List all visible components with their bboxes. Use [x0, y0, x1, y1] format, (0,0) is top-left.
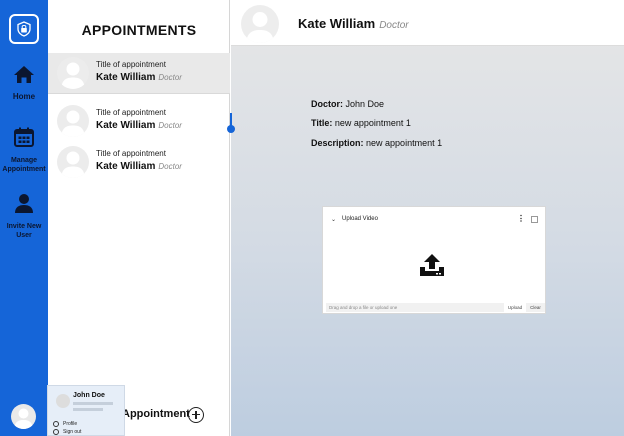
appointment-person: Kate William Doctor [96, 72, 182, 83]
upload-video-card: ⌄ Upload Video ⋮ Drag and drop a file or… [322, 206, 546, 314]
menu-item-sign-out[interactable]: Sign out [53, 429, 81, 435]
nav-item-invite-new-user[interactable]: Invite New User [0, 192, 48, 240]
nav-rail: Home Manage Appointment Invite New User [0, 0, 48, 436]
kebab-menu-icon[interactable]: ⋮ [517, 215, 525, 223]
person-name: Kate William [96, 120, 156, 131]
lock-shield-icon[interactable] [9, 14, 39, 44]
upload-button[interactable]: Upload [505, 303, 525, 312]
appointment-list-panel: APPOINTMENTS Title of appointment Kate W… [48, 0, 230, 436]
chevron-down-icon[interactable]: ⌄ [331, 216, 336, 223]
clear-button[interactable]: Clear [526, 303, 545, 312]
appointment-title: Title of appointment [96, 149, 166, 158]
menu-item-profile[interactable]: Profile [53, 421, 77, 427]
detail-value: new appointment 1 [334, 118, 411, 128]
file-drop-input[interactable]: Drag and drop a file or upload one [326, 303, 504, 312]
resize-handle[interactable] [227, 125, 235, 133]
avatar [57, 146, 89, 178]
nav-item-label: Home [12, 92, 36, 101]
detail-label: Title: [311, 118, 333, 128]
upload-card-title: Upload Video [342, 216, 378, 222]
avatar [56, 394, 70, 408]
sign-out-icon [53, 429, 59, 435]
nav-item-label: Invite New User [6, 223, 42, 239]
divider [48, 93, 230, 94]
list-item[interactable]: Title of appointment Kate William Doctor [48, 101, 230, 141]
avatar [57, 105, 89, 137]
detail-value: John Doe [345, 99, 385, 109]
appointment-person: Kate William Doctor [96, 161, 182, 172]
header-person: Kate William Doctor [298, 16, 409, 31]
appointment-detail-area: Kate William Doctor Doctor: John Doe Titl… [227, 0, 624, 436]
menu-item-label: Sign out [63, 429, 82, 435]
home-icon [13, 66, 35, 88]
avatar [241, 5, 279, 43]
profile-detail-placeholder [73, 402, 113, 405]
nav-item-home[interactable]: Home [0, 64, 48, 101]
appointment-title: Title of appointment [96, 60, 166, 69]
person-name: Kate William [96, 161, 156, 172]
upload-icon[interactable] [419, 253, 445, 282]
calendar-icon [13, 127, 35, 152]
appointment-title: Title of appointment [96, 108, 166, 117]
avatar[interactable] [11, 404, 36, 429]
detail-value: new appointment 1 [366, 138, 443, 148]
detail-description: Description: new appointment 1 [311, 138, 442, 148]
person-role: Doctor [158, 162, 182, 171]
profile-popup: John Doe Profile Sign out [47, 385, 125, 436]
detail-label: Doctor: [311, 99, 343, 109]
nav-item-manage-appointment[interactable]: Manage Appointment [0, 126, 48, 174]
menu-item-label: Profile [63, 421, 78, 427]
add-appointment-button[interactable] [188, 407, 204, 423]
appointment-person: Kate William Doctor [96, 120, 182, 131]
list-item[interactable]: Title of appointment Kate William Doctor [48, 53, 230, 93]
person-name: Kate William [298, 16, 376, 31]
user-icon [13, 194, 35, 218]
profile-icon [53, 421, 59, 427]
detail-doctor: Doctor: John Doe [311, 99, 384, 109]
profile-name: John Doe [73, 392, 105, 399]
detail-header: Kate William Doctor [231, 0, 624, 46]
list-item[interactable]: Title of appointment Kate William Doctor [48, 142, 230, 182]
person-name: Kate William [96, 72, 156, 83]
profile-detail-placeholder [73, 408, 103, 411]
detail-label: Description: [311, 138, 364, 148]
nav-item-label: Manage Appointment [2, 157, 46, 173]
person-role: Doctor [158, 73, 182, 82]
card-checkbox[interactable] [531, 216, 538, 223]
new-appointment-label[interactable]: Appointment [122, 408, 190, 420]
detail-title: Title: new appointment 1 [311, 118, 411, 128]
person-role: Doctor [158, 121, 182, 130]
person-role: Doctor [379, 20, 409, 31]
page-title: APPOINTMENTS [81, 22, 197, 38]
avatar [57, 57, 89, 89]
